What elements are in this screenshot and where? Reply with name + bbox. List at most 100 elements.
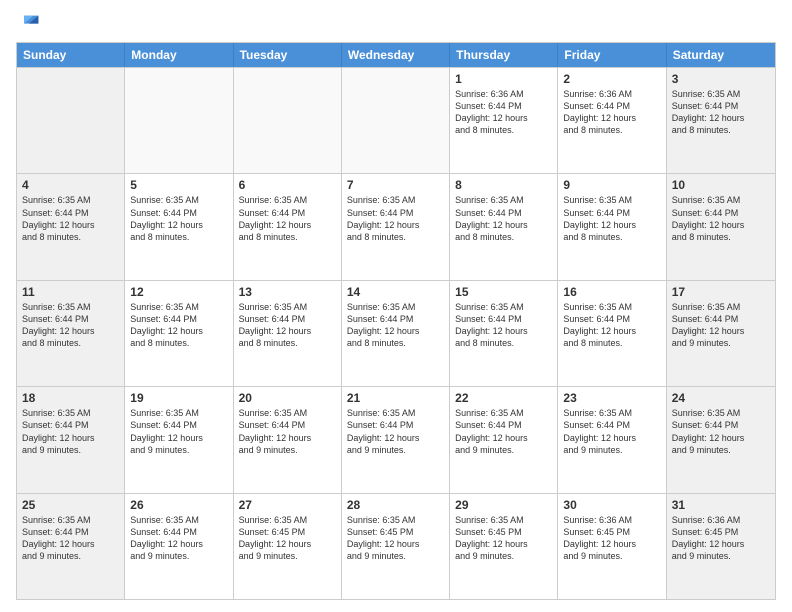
calendar: SundayMondayTuesdayWednesdayThursdayFrid… xyxy=(16,42,776,600)
cal-cell-3: 3 Sunrise: 6:35 AM Sunset: 6:44 PM Daylig… xyxy=(667,68,775,173)
day-info: Sunrise: 6:36 AM Sunset: 6:44 PM Dayligh… xyxy=(455,88,552,137)
day-info: Sunrise: 6:35 AM Sunset: 6:44 PM Dayligh… xyxy=(672,88,770,137)
day-info: Sunrise: 6:35 AM Sunset: 6:44 PM Dayligh… xyxy=(563,407,660,456)
day-info: Sunrise: 6:35 AM Sunset: 6:44 PM Dayligh… xyxy=(239,407,336,456)
cal-cell-11: 11Sunrise: 6:35 AM Sunset: 6:44 PM Dayli… xyxy=(17,281,125,386)
day-number: 27 xyxy=(239,498,336,512)
cal-cell-13: 13 Sunrise: 6:35 AM Sunset: 6:44 PM Dayli… xyxy=(234,281,342,386)
cal-cell-empty-0-2 xyxy=(234,68,342,173)
cal-cell-18: 18 Sunrise: 6:35 AM Sunset: 6:44 PM Dayli… xyxy=(17,387,125,492)
day-number: 30 xyxy=(563,498,660,512)
day-number: 7 xyxy=(347,178,444,192)
cal-cell-29: 29Sunrise: 6:35 AM Sunset: 6:45 PM Dayli… xyxy=(450,494,558,599)
day-number: 8 xyxy=(455,178,552,192)
day-info: Sunrise: 6:35 AM Sunset: 6:44 PM Dayligh… xyxy=(22,194,119,243)
day-number: 14 xyxy=(347,285,444,299)
day-info: Sunrise: 6:35 AM Sunset: 6:44 PM Dayligh… xyxy=(563,301,660,350)
day-number: 13 xyxy=(239,285,336,299)
cal-cell-15: 15 Sunrise: 6:35 AM Sunset: 6:44 PM Dayli… xyxy=(450,281,558,386)
cal-cell-17: 17 Sunrise: 6:35 AM Sunset: 6:44 PM Dayli… xyxy=(667,281,775,386)
day-number: 31 xyxy=(672,498,770,512)
cal-cell-7: 7Sunrise: 6:35 AM Sunset: 6:44 PM Daylig… xyxy=(342,174,450,279)
cal-cell-6: 6 Sunrise: 6:35 AM Sunset: 6:44 PM Daylig… xyxy=(234,174,342,279)
cal-cell-27: 27 Sunrise: 6:35 AM Sunset: 6:45 PM Dayli… xyxy=(234,494,342,599)
day-number: 28 xyxy=(347,498,444,512)
day-number: 2 xyxy=(563,72,660,86)
cal-cell-4: 4 Sunrise: 6:35 AM Sunset: 6:44 PM Daylig… xyxy=(17,174,125,279)
day-number: 29 xyxy=(455,498,552,512)
cal-cell-30: 30 Sunrise: 6:36 AM Sunset: 6:45 PM Dayli… xyxy=(558,494,666,599)
cal-cell-19: 19 Sunrise: 6:35 AM Sunset: 6:44 PM Dayli… xyxy=(125,387,233,492)
day-number: 17 xyxy=(672,285,770,299)
day-info: Sunrise: 6:35 AM Sunset: 6:44 PM Dayligh… xyxy=(22,514,119,563)
cal-cell-empty-0-1 xyxy=(125,68,233,173)
cal-cell-10: 10Sunrise: 6:35 AM Sunset: 6:44 PM Dayli… xyxy=(667,174,775,279)
day-number: 18 xyxy=(22,391,119,405)
day-number: 5 xyxy=(130,178,227,192)
cal-cell-9: 9 Sunrise: 6:35 AM Sunset: 6:44 PM Daylig… xyxy=(558,174,666,279)
day-number: 1 xyxy=(455,72,552,86)
day-number: 4 xyxy=(22,178,119,192)
cal-cell-5: 5 Sunrise: 6:35 AM Sunset: 6:44 PM Daylig… xyxy=(125,174,233,279)
day-info: Sunrise: 6:35 AM Sunset: 6:45 PM Dayligh… xyxy=(347,514,444,563)
day-number: 9 xyxy=(563,178,660,192)
day-info: Sunrise: 6:36 AM Sunset: 6:45 PM Dayligh… xyxy=(563,514,660,563)
day-info: Sunrise: 6:35 AM Sunset: 6:44 PM Dayligh… xyxy=(672,407,770,456)
cal-cell-26: 26 Sunrise: 6:35 AM Sunset: 6:44 PM Dayli… xyxy=(125,494,233,599)
day-number: 25 xyxy=(22,498,119,512)
cal-cell-empty-0-0 xyxy=(17,68,125,173)
day-info: Sunrise: 6:35 AM Sunset: 6:44 PM Dayligh… xyxy=(347,407,444,456)
cal-cell-16: 16 Sunrise: 6:35 AM Sunset: 6:44 PM Dayli… xyxy=(558,281,666,386)
week-row-4: 18 Sunrise: 6:35 AM Sunset: 6:44 PM Dayli… xyxy=(17,386,775,492)
day-info: Sunrise: 6:35 AM Sunset: 6:44 PM Dayligh… xyxy=(130,514,227,563)
day-number: 12 xyxy=(130,285,227,299)
header-day-wednesday: Wednesday xyxy=(342,43,450,67)
calendar-header: SundayMondayTuesdayWednesdayThursdayFrid… xyxy=(17,43,775,67)
cal-cell-20: 20 Sunrise: 6:35 AM Sunset: 6:44 PM Dayli… xyxy=(234,387,342,492)
day-number: 16 xyxy=(563,285,660,299)
day-info: Sunrise: 6:35 AM Sunset: 6:44 PM Dayligh… xyxy=(130,407,227,456)
day-info: Sunrise: 6:35 AM Sunset: 6:44 PM Dayligh… xyxy=(22,407,119,456)
day-info: Sunrise: 6:35 AM Sunset: 6:44 PM Dayligh… xyxy=(347,301,444,350)
cal-cell-21: 21 Sunrise: 6:35 AM Sunset: 6:44 PM Dayli… xyxy=(342,387,450,492)
day-info: Sunrise: 6:35 AM Sunset: 6:44 PM Dayligh… xyxy=(239,194,336,243)
day-number: 22 xyxy=(455,391,552,405)
day-info: Sunrise: 6:35 AM Sunset: 6:44 PM Dayligh… xyxy=(672,301,770,350)
day-number: 15 xyxy=(455,285,552,299)
day-number: 23 xyxy=(563,391,660,405)
day-number: 24 xyxy=(672,391,770,405)
day-number: 3 xyxy=(672,72,770,86)
day-info: Sunrise: 6:35 AM Sunset: 6:44 PM Dayligh… xyxy=(239,301,336,350)
day-info: Sunrise: 6:35 AM Sunset: 6:44 PM Dayligh… xyxy=(563,194,660,243)
cal-cell-2: 2Sunrise: 6:36 AM Sunset: 6:44 PM Daylig… xyxy=(558,68,666,173)
day-number: 26 xyxy=(130,498,227,512)
cal-cell-1: 1 Sunrise: 6:36 AM Sunset: 6:44 PM Daylig… xyxy=(450,68,558,173)
day-number: 10 xyxy=(672,178,770,192)
cal-cell-25: 25 Sunrise: 6:35 AM Sunset: 6:44 PM Dayli… xyxy=(17,494,125,599)
cal-cell-22: 22Sunrise: 6:35 AM Sunset: 6:44 PM Dayli… xyxy=(450,387,558,492)
cal-cell-31: 31Sunrise: 6:36 AM Sunset: 6:45 PM Dayli… xyxy=(667,494,775,599)
cal-cell-23: 23 Sunrise: 6:35 AM Sunset: 6:44 PM Dayli… xyxy=(558,387,666,492)
day-info: Sunrise: 6:35 AM Sunset: 6:44 PM Dayligh… xyxy=(130,301,227,350)
day-number: 20 xyxy=(239,391,336,405)
day-number: 11 xyxy=(22,285,119,299)
cal-cell-28: 28 Sunrise: 6:35 AM Sunset: 6:45 PM Dayli… xyxy=(342,494,450,599)
day-info: Sunrise: 6:35 AM Sunset: 6:45 PM Dayligh… xyxy=(239,514,336,563)
calendar-body: 1 Sunrise: 6:36 AM Sunset: 6:44 PM Daylig… xyxy=(17,67,775,599)
logo-icon xyxy=(16,12,40,32)
week-row-5: 25 Sunrise: 6:35 AM Sunset: 6:44 PM Dayli… xyxy=(17,493,775,599)
day-info: Sunrise: 6:35 AM Sunset: 6:44 PM Dayligh… xyxy=(455,194,552,243)
day-number: 21 xyxy=(347,391,444,405)
day-number: 19 xyxy=(130,391,227,405)
header-day-monday: Monday xyxy=(125,43,233,67)
header-day-friday: Friday xyxy=(558,43,666,67)
cal-cell-empty-0-3 xyxy=(342,68,450,173)
header-day-sunday: Sunday xyxy=(17,43,125,67)
day-info: Sunrise: 6:35 AM Sunset: 6:44 PM Dayligh… xyxy=(130,194,227,243)
day-number: 6 xyxy=(239,178,336,192)
logo xyxy=(16,12,44,32)
day-info: Sunrise: 6:35 AM Sunset: 6:44 PM Dayligh… xyxy=(455,301,552,350)
cal-cell-12: 12 Sunrise: 6:35 AM Sunset: 6:44 PM Dayli… xyxy=(125,281,233,386)
header-day-saturday: Saturday xyxy=(667,43,775,67)
header-day-tuesday: Tuesday xyxy=(234,43,342,67)
